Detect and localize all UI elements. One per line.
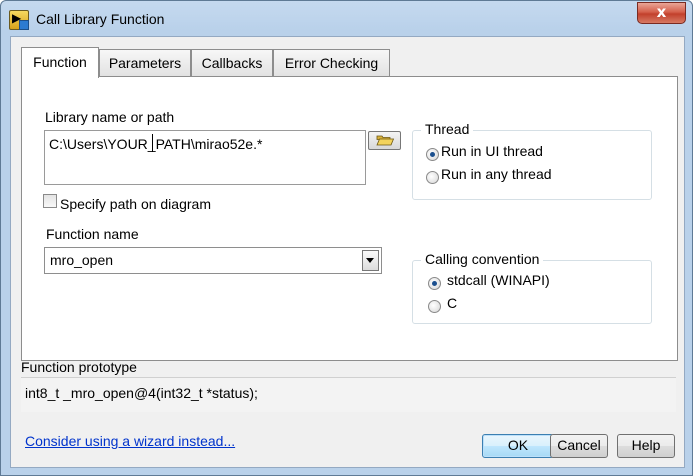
run-any-thread-label: Run in any thread [441,166,552,182]
function-prototype-value: int8_t _mro_open@4(int32_t *status); [25,385,258,401]
help-button[interactable]: Help [617,434,675,458]
run-ui-thread-label: Run in UI thread [441,143,543,159]
calling-convention-title: Calling convention [421,251,544,267]
tab-callbacks[interactable]: Callbacks [191,49,273,76]
tab-error-checking[interactable]: Error Checking [273,49,390,76]
dialog-client-area: Function Parameters Callbacks Error Chec… [10,36,685,468]
library-name-label: Library name or path [45,109,175,125]
specify-path-label: Specify path on diagram [60,196,211,212]
c-convention-radio[interactable] [428,300,441,313]
title-bar[interactable]: ▶ Call Library Function x [1,1,692,37]
cancel-button[interactable]: Cancel [550,434,608,458]
function-tab-panel: Library name or path C:\Users\YOUR_PATH\… [21,76,678,361]
ok-button[interactable]: OK [482,434,554,458]
calling-convention-group: Calling convention stdcall (WINAPI) C [412,251,652,324]
dialog-window: ▶ Call Library Function x Function Param… [0,0,693,476]
window-title: Call Library Function [36,11,165,27]
function-prototype-display: int8_t _mro_open@4(int32_t *status); [21,377,676,412]
c-convention-label: C [447,295,458,311]
function-name-label: Function name [46,226,139,242]
labview-icon: ▶ [9,10,29,30]
folder-open-icon [376,135,395,146]
function-prototype-title: Function prototype [21,359,137,375]
library-path-input[interactable]: C:\Users\YOUR_PATH\mirao52e.* [44,130,366,185]
function-name-value: mro_open [50,252,114,268]
text-caret [152,134,153,152]
function-name-select[interactable]: mro_open [44,247,382,274]
run-ui-thread-radio[interactable] [426,148,439,161]
close-button[interactable]: x [637,2,686,24]
library-path-value: C:\Users\YOUR_PATH\mirao52e.* [49,136,263,152]
stdcall-label: stdcall (WINAPI) [447,272,550,288]
thread-group: Thread Run in UI thread Run in any threa… [412,121,652,200]
stdcall-radio[interactable] [428,277,441,290]
tab-parameters[interactable]: Parameters [99,49,191,76]
browse-button[interactable] [368,131,401,150]
thread-group-title: Thread [421,121,474,137]
tab-function[interactable]: Function [21,47,99,78]
wizard-link[interactable]: Consider using a wizard instead... [25,433,235,449]
specify-path-checkbox[interactable] [43,194,57,208]
run-any-thread-radio[interactable] [426,171,439,184]
chevron-down-icon[interactable] [362,250,379,271]
